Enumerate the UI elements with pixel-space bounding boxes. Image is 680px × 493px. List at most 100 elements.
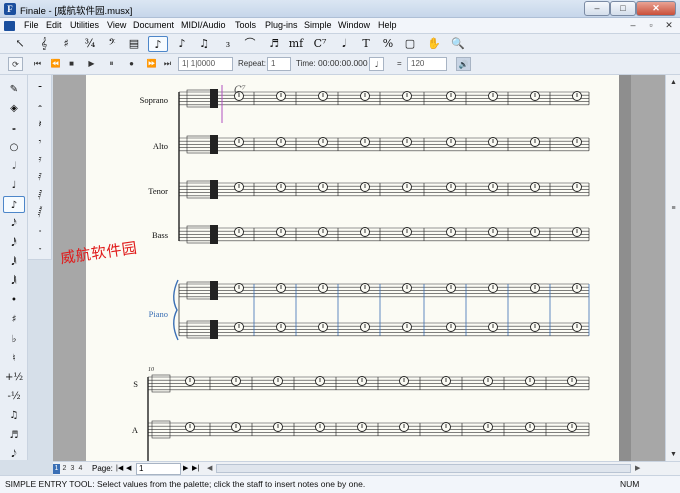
vertical-scrollbar[interactable]: ▲ ≡ ▼ xyxy=(665,75,680,461)
measure-counter-field[interactable]: 1| 1|0000 xyxy=(178,57,233,71)
raise-half-step-icon[interactable]: +½ xyxy=(3,369,25,386)
fast-forward-icon[interactable]: ⏩ xyxy=(144,57,159,71)
eraser-icon[interactable]: ◈ xyxy=(3,100,25,117)
menu-file[interactable]: File xyxy=(24,20,39,30)
menu-simple[interactable]: Simple xyxy=(304,20,332,30)
stop-icon[interactable]: ■ xyxy=(64,57,79,71)
scroll-thumb-grip-icon[interactable]: ≡ xyxy=(668,203,679,214)
menu-midi-audio[interactable]: MIDI/Audio xyxy=(181,20,226,30)
forward-end-icon[interactable]: ⏭ xyxy=(160,57,175,71)
measure-tool-icon[interactable]: ▤ xyxy=(124,36,144,52)
sixty-fourth-rest-icon[interactable]: 𝅂 xyxy=(29,204,51,221)
scrubbing-icon[interactable]: ⟳ xyxy=(8,57,23,71)
menu-edit[interactable]: Edit xyxy=(46,20,62,30)
menu-plug-ins[interactable]: Plug-ins xyxy=(265,20,298,30)
rewind-icon[interactable]: ⏪ xyxy=(48,57,63,71)
natural-icon[interactable]: ♮ xyxy=(3,350,25,367)
doc-restore-button[interactable]: ▫ xyxy=(644,19,658,32)
minimize-button[interactable]: – xyxy=(584,1,610,16)
hundred-twenty-eighth-note-icon[interactable]: 𝅘𝅥𝅲 xyxy=(3,273,25,290)
play-icon[interactable]: ▶ xyxy=(84,57,99,71)
articulation-tool-icon[interactable]: ♫ xyxy=(194,36,214,52)
last-page-icon[interactable]: ▶| xyxy=(192,464,199,472)
half-rest-icon[interactable]: 𝄽 xyxy=(29,116,51,133)
first-page-icon[interactable]: |◀ xyxy=(116,464,123,472)
sixty-fourth-note-icon[interactable]: 𝅘𝅥𝅱 xyxy=(3,254,25,271)
zoom-tool-icon[interactable]: 🔍 xyxy=(448,36,468,52)
score-canvas[interactable]: 10 C⁷ xyxy=(86,75,619,461)
page-tab-3[interactable]: 3 xyxy=(69,464,76,474)
whole-rest-icon[interactable]: 𝄼 xyxy=(29,99,51,116)
resize-tool-icon[interactable]: % xyxy=(378,36,398,52)
document-icon[interactable] xyxy=(4,21,15,31)
menu-tools[interactable]: Tools xyxy=(235,20,256,30)
smart-shape-tool-icon[interactable]: ⌒ xyxy=(240,36,260,52)
quarter-note-icon[interactable]: ♩ xyxy=(3,177,25,194)
thirty-second-rest-icon[interactable]: 𝅁 xyxy=(29,186,51,203)
next-page-icon[interactable]: ▶ xyxy=(183,464,188,472)
expression-tool-icon[interactable]: ♬ xyxy=(264,36,284,52)
repeat-select[interactable]: 1 xyxy=(267,57,291,71)
record-icon[interactable]: ● xyxy=(124,57,139,71)
key-signature-tool-icon[interactable]: ♯ xyxy=(56,36,76,52)
lyrics-tool-icon[interactable]: 𝅘𝅥 xyxy=(334,36,354,52)
tie-icon[interactable]: ♫ xyxy=(3,407,25,424)
scroll-left-icon[interactable]: ◀ xyxy=(207,464,212,472)
speedy-entry-tool-icon[interactable]: ♪ xyxy=(172,36,192,52)
scroll-right-icon[interactable]: ▶ xyxy=(635,464,640,472)
doc-minimize-button[interactable]: – xyxy=(626,19,640,32)
simple-entry-palette: ✎ ◈ 𝅝 ○ 𝅗𝅥 ♩ ♪ 𝅘𝅥𝅯 𝅘𝅥𝅰 𝅘𝅥𝅱 𝅘𝅥𝅲 • ♯ ♭ ♮ +½ -½ ♫ ♬ 𝅘𝅥𝅮 xyxy=(0,75,28,460)
dynamics-tool-icon[interactable]: mf xyxy=(286,36,306,52)
page-number-field[interactable]: 1 xyxy=(136,463,181,475)
clef-tool-icon[interactable]: 𝄢 xyxy=(102,36,122,52)
hand-grabber-tool-icon[interactable]: ✋ xyxy=(424,36,444,52)
simple-entry-tool-icon[interactable]: ♪ xyxy=(148,36,168,52)
selection-tool-icon[interactable]: ↖ xyxy=(10,36,30,52)
previous-page-icon[interactable]: ◀ xyxy=(126,464,131,472)
breve-rest-icon[interactable]: 𝄻 xyxy=(29,81,51,98)
page-tab-1[interactable]: 1 xyxy=(53,464,60,474)
breve-note-icon[interactable]: 𝅝 xyxy=(3,119,25,136)
menu-help[interactable]: Help xyxy=(378,20,397,30)
chord-tool-icon[interactable]: C⁷ xyxy=(310,36,330,52)
speaker-icon[interactable]: 🔊 xyxy=(456,57,471,71)
sharp-icon[interactable]: ♯ xyxy=(3,311,25,328)
whole-note-icon[interactable]: ○ xyxy=(3,139,25,156)
maximize-button[interactable]: □ xyxy=(610,1,636,16)
thirty-second-note-icon[interactable]: 𝅘𝅥𝅰 xyxy=(3,235,25,252)
rewind-start-icon[interactable]: ⏮ xyxy=(30,57,45,71)
tempo-note-icon[interactable]: ♩ xyxy=(369,57,384,71)
menu-utilities[interactable]: Utilities xyxy=(70,20,99,30)
grace-note-icon[interactable]: 𝅘𝅥𝅮 xyxy=(3,446,25,463)
close-button[interactable]: ✕ xyxy=(636,1,676,16)
menu-document[interactable]: Document xyxy=(133,20,174,30)
page-tab-2[interactable]: 2 xyxy=(61,464,68,474)
sixteenth-note-icon[interactable]: 𝅘𝅥𝅯 xyxy=(3,215,25,232)
hundred-twenty-eighth-rest-icon[interactable]: 𝅃 xyxy=(29,221,51,238)
doc-close-button[interactable]: ✕ xyxy=(662,19,676,32)
eighth-note-icon[interactable]: ♪ xyxy=(3,196,25,214)
lower-half-step-icon[interactable]: -½ xyxy=(3,388,25,405)
horizontal-scrollbar[interactable] xyxy=(216,464,631,473)
tuplet-tool-icon[interactable]: ₃ xyxy=(218,36,238,52)
time-signature-tool-icon[interactable]: ¾ xyxy=(80,36,100,52)
hyperscribe-eraser-icon[interactable]: ✎ xyxy=(3,81,25,98)
page-tab-4[interactable]: 4 xyxy=(77,464,84,474)
scroll-down-icon[interactable]: ▼ xyxy=(668,449,679,460)
flat-icon[interactable]: ♭ xyxy=(3,331,25,348)
quarter-rest-icon[interactable]: 𝄾 xyxy=(29,134,51,151)
menu-view[interactable]: View xyxy=(107,20,126,30)
rest-extra-icon[interactable]: 𝅄 xyxy=(29,239,51,256)
text-tool-icon[interactable]: T xyxy=(356,36,376,52)
half-note-icon[interactable]: 𝅗𝅥 xyxy=(3,158,25,175)
tempo-field[interactable]: 120 xyxy=(407,57,447,71)
eighth-rest-icon[interactable]: 𝄿 xyxy=(29,151,51,168)
augmentation-dot-icon[interactable]: • xyxy=(3,292,25,309)
pause-icon[interactable]: ⏸ xyxy=(104,57,119,71)
page-layout-tool-icon[interactable]: ▢ xyxy=(400,36,420,52)
sixteenth-rest-icon[interactable]: 𝅀 xyxy=(29,169,51,186)
menu-window[interactable]: Window xyxy=(338,20,370,30)
staff-tool-icon[interactable]: 𝄞 xyxy=(34,36,54,52)
scroll-up-icon[interactable]: ▲ xyxy=(668,77,679,88)
beam-icon[interactable]: ♬ xyxy=(3,427,25,444)
